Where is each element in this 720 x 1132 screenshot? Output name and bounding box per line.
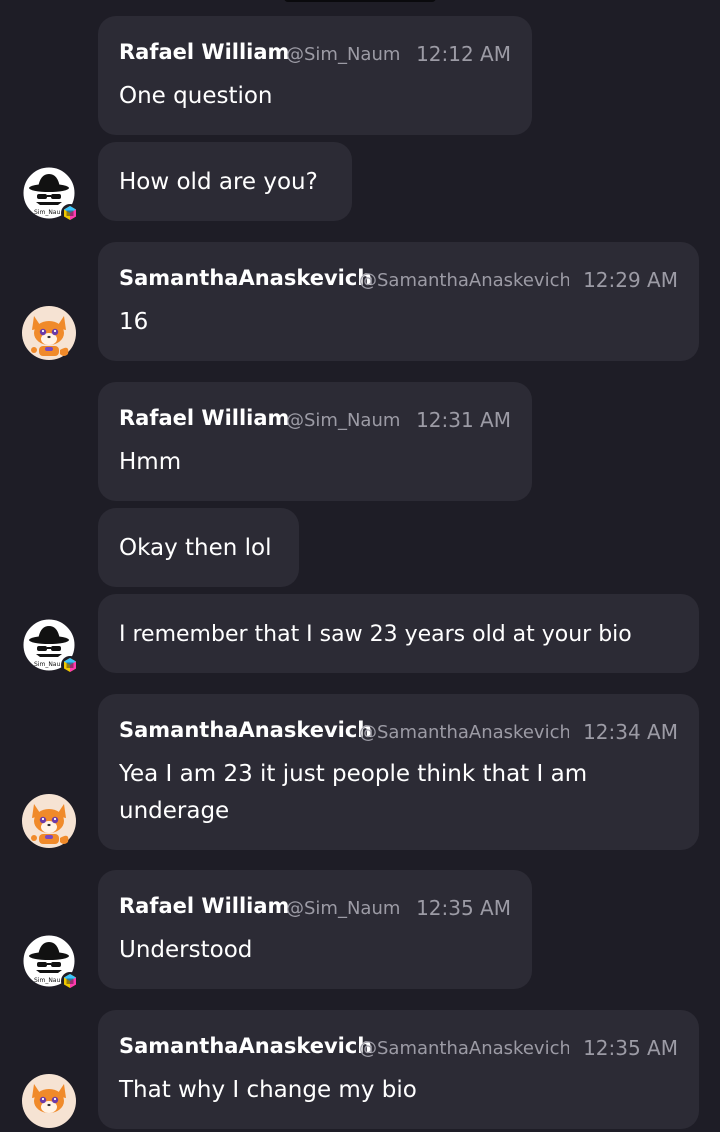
message-bubble[interactable]: Rafael William @Sim_Naum 12:31 AM Hmm bbox=[98, 382, 532, 501]
cube-badge-icon bbox=[61, 972, 79, 990]
hat-glasses-avatar-icon: Sim_Nau bbox=[22, 934, 79, 990]
svg-text:Sim_Nau: Sim_Nau bbox=[34, 209, 60, 216]
sender-handle[interactable]: @SamanthaAnaskevich bbox=[359, 722, 569, 743]
message-header: SamanthaAnaskevich @SamanthaAnaskevich 1… bbox=[119, 266, 678, 294]
sender-name[interactable]: Rafael William bbox=[119, 406, 289, 430]
message-text: 16 bbox=[119, 309, 149, 335]
message-text: One question bbox=[119, 83, 273, 109]
sender-handle[interactable]: @SamanthaAnaskevich bbox=[359, 1038, 569, 1059]
fox-avatar-icon bbox=[22, 306, 76, 360]
message-text: Yea I am 23 it just people think that I … bbox=[119, 761, 588, 824]
avatar-samantha[interactable] bbox=[22, 306, 76, 360]
sender-name[interactable]: Rafael William bbox=[119, 40, 289, 64]
message-time: 12:35 AM bbox=[416, 896, 511, 920]
svg-text:Sim_Nau: Sim_Nau bbox=[34, 661, 60, 668]
message-bubble[interactable]: Okay then lol bbox=[98, 508, 299, 587]
message-text: Understood bbox=[119, 937, 253, 963]
avatar-samantha[interactable] bbox=[22, 794, 76, 848]
message-bubble[interactable]: SamanthaAnaskevich @SamanthaAnaskevich 1… bbox=[98, 1010, 699, 1129]
message-bubble[interactable]: How old are you? bbox=[98, 142, 352, 221]
message-bubble[interactable]: SamanthaAnaskevich @SamanthaAnaskevich 1… bbox=[98, 242, 699, 361]
sender-handle[interactable]: @Sim_Naum bbox=[286, 44, 406, 65]
sender-handle[interactable]: @Sim_Naum bbox=[286, 898, 406, 919]
message-time: 12:29 AM bbox=[583, 268, 678, 292]
svg-text:Sim_Nau: Sim_Nau bbox=[34, 977, 60, 984]
message-text: That why I change my bio bbox=[119, 1077, 417, 1103]
fox-avatar-icon bbox=[22, 1074, 76, 1128]
message-time: 12:35 AM bbox=[583, 1036, 678, 1060]
avatar-rafael[interactable]: Sim_Nau bbox=[22, 166, 79, 222]
avatar-rafael[interactable]: Sim_Nau bbox=[22, 618, 79, 674]
hat-glasses-avatar-icon: Sim_Nau bbox=[22, 166, 79, 222]
message-text: Hmm bbox=[119, 449, 182, 475]
message-header: SamanthaAnaskevich @SamanthaAnaskevich 1… bbox=[119, 1034, 678, 1062]
message-bubble[interactable]: I remember that I saw 23 years old at yo… bbox=[98, 594, 699, 673]
sender-name[interactable]: Rafael William bbox=[119, 894, 289, 918]
sender-name[interactable]: SamanthaAnaskevich bbox=[119, 266, 372, 290]
fox-avatar-icon bbox=[22, 794, 76, 848]
sender-handle[interactable]: @SamanthaAnaskevich bbox=[359, 270, 569, 291]
message-bubble[interactable]: Rafael William @Sim_Naum 12:35 AM Unders… bbox=[98, 870, 532, 989]
chat-screen: Rafael William @Sim_Naum 12:12 AM One qu… bbox=[0, 0, 720, 1132]
cube-badge-icon bbox=[61, 204, 79, 222]
message-text: How old are you? bbox=[119, 169, 318, 195]
message-bubble[interactable]: Rafael William @Sim_Naum 12:12 AM One qu… bbox=[98, 16, 532, 135]
message-header: Rafael William @Sim_Naum 12:12 AM bbox=[119, 40, 511, 68]
message-time: 12:31 AM bbox=[416, 408, 511, 432]
sender-handle[interactable]: @Sim_Naum bbox=[286, 410, 406, 431]
avatar-samantha[interactable] bbox=[22, 1074, 76, 1128]
message-header: Rafael William @Sim_Naum 12:31 AM bbox=[119, 406, 511, 434]
message-header: Rafael William @Sim_Naum 12:35 AM bbox=[119, 894, 511, 922]
message-text: I remember that I saw 23 years old at yo… bbox=[119, 622, 632, 647]
message-time: 12:12 AM bbox=[416, 42, 511, 66]
message-time: 12:34 AM bbox=[583, 720, 678, 744]
avatar-rafael[interactable]: Sim_Nau bbox=[22, 934, 79, 990]
message-text: Okay then lol bbox=[119, 535, 272, 561]
message-bubble[interactable]: SamanthaAnaskevich @SamanthaAnaskevich 1… bbox=[98, 694, 699, 850]
hat-glasses-avatar-icon: Sim_Nau bbox=[22, 618, 79, 674]
message-header: SamanthaAnaskevich @SamanthaAnaskevich 1… bbox=[119, 718, 678, 746]
cube-badge-icon bbox=[61, 656, 79, 674]
sender-name[interactable]: SamanthaAnaskevich bbox=[119, 718, 372, 742]
top-bar-handle bbox=[284, 0, 436, 2]
sender-name[interactable]: SamanthaAnaskevich bbox=[119, 1034, 372, 1058]
